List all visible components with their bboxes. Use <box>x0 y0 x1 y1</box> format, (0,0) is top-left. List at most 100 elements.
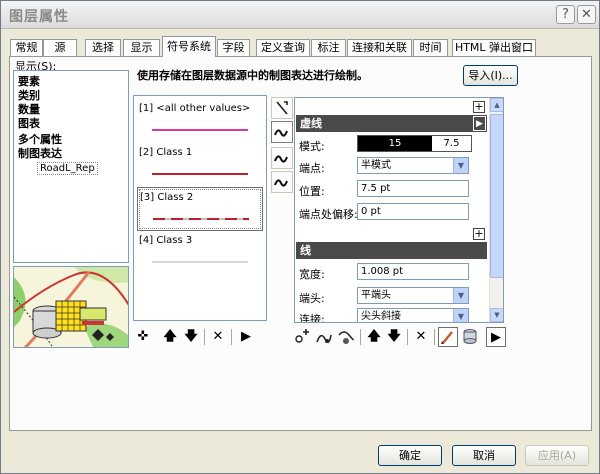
cancel-button[interactable]: 取消 <box>452 445 516 466</box>
join-label: 连接: <box>299 313 325 323</box>
remove-effect-icon[interactable]: ✕ <box>411 327 431 347</box>
move-down-icon[interactable]: 🡇 <box>384 327 404 347</box>
tab-display[interactable]: 显示 <box>123 39 160 56</box>
position-input[interactable]: 7.5 pt <box>357 180 469 197</box>
class-item-class-3[interactable]: [4] Class 3 <box>137 231 263 275</box>
endpoint-value: 半模式 <box>361 160 391 171</box>
show-listbox: 要素 类别 数量 图表 多个属性 制图表达 RoadL_Rep <box>13 70 129 263</box>
add-layer-plus-icon[interactable]: + <box>473 228 485 240</box>
cap-value: 平端头 <box>361 290 391 301</box>
toolbar-separator <box>407 329 408 345</box>
remove-class-icon[interactable]: ✕ <box>208 327 228 347</box>
class-label: [4] Class 3 <box>139 235 193 246</box>
gap-value[interactable]: 7.5 <box>432 136 471 151</box>
class-label: [3] Class 2 <box>140 192 194 203</box>
add-geometric-effect-icon[interactable] <box>292 327 312 347</box>
show-item-representations[interactable]: 制图表达 <box>18 145 62 161</box>
add-marker-icon[interactable] <box>336 327 356 347</box>
add-class-icon[interactable]: ✜ <box>133 327 153 347</box>
toolbar-separator <box>204 329 205 345</box>
apply-button[interactable]: 应用(A) <box>525 445 589 466</box>
cap-label: 端头: <box>299 292 325 305</box>
section-arrow-icon[interactable]: ▶ <box>473 116 486 131</box>
dash-section-header[interactable]: 虚线 <box>296 115 487 132</box>
class-item-class-1[interactable]: [2] Class 1 <box>137 143 263 187</box>
layer-properties-dialog: 图层属性 ? ✕ 常规 源 选择 显示 符号系统 字段 定义查询 标注 连接和关… <box>0 0 600 474</box>
class-label: [2] Class 1 <box>139 147 193 158</box>
more-options-icon[interactable]: ▶ <box>236 327 256 347</box>
database-icon[interactable] <box>460 327 480 347</box>
close-button[interactable]: ✕ <box>577 5 596 24</box>
join-value: 尖头斜接 <box>361 311 401 322</box>
dash-section-title: 虚线 <box>300 117 322 130</box>
endpoint-dropdown[interactable]: 半模式 ▼ <box>357 157 469 174</box>
squiggle-line-icon <box>274 129 288 137</box>
import-button[interactable]: 导入(I)... <box>463 65 518 86</box>
pattern-label: 模式: <box>299 140 325 153</box>
map-database-illustration-icon <box>14 267 128 347</box>
end-offset-label: 端点处偏移: <box>299 208 358 221</box>
tab-html-popup[interactable]: HTML 弹出窗口 <box>452 39 536 56</box>
class-line-symbol <box>152 173 248 175</box>
dash-value[interactable]: 15 <box>358 136 432 151</box>
scroll-up-icon[interactable]: ▲ <box>490 98 503 112</box>
description-text: 使用存储在图层数据源中的制图表达进行绘制。 <box>137 69 368 82</box>
join-dropdown[interactable]: 尖头斜接 ▼ <box>357 308 469 322</box>
scroll-down-icon[interactable]: ▼ <box>490 308 503 322</box>
toolbar-separator <box>360 329 361 345</box>
class-item-all-other-values[interactable]: [1] <all other values> <box>137 99 263 143</box>
dash-pattern-field[interactable]: 15 7.5 <box>357 135 472 152</box>
squiggle-line-icon <box>274 155 288 163</box>
tab-selection[interactable]: 选择 <box>85 39 121 56</box>
preview-illustration <box>13 266 129 348</box>
width-input[interactable]: 1.008 pt <box>357 263 469 280</box>
move-up-icon[interactable]: 🡅 <box>364 327 384 347</box>
toolbar-separator <box>231 329 232 345</box>
move-down-icon[interactable]: 🡇 <box>181 327 201 347</box>
add-effect-icon[interactable] <box>314 327 334 347</box>
tab-joins-relates[interactable]: 连接和关联 <box>347 39 412 56</box>
rule-button-1[interactable] <box>271 121 293 143</box>
help-button[interactable]: ? <box>556 5 575 24</box>
chevron-down-icon[interactable]: ▼ <box>453 288 468 303</box>
rule-edit-icon <box>276 101 288 115</box>
chevron-down-icon[interactable]: ▼ <box>453 158 468 173</box>
class-line-symbol <box>152 261 248 263</box>
end-offset-input[interactable]: 0 pt <box>357 203 469 220</box>
class-line-symbol <box>153 218 249 220</box>
tab-fields[interactable]: 字段 <box>217 39 250 56</box>
add-effect-plus-icon[interactable]: + <box>473 101 485 113</box>
expand-arrow-icon[interactable]: ▶ <box>486 327 506 347</box>
line-section-header[interactable]: 线 <box>296 242 487 259</box>
symbol-properties-panel: + 虚线 ▶ 模式: 15 7.5 端点: 半模式 ▼ 位置: 7.5 pt 端… <box>294 97 504 323</box>
width-label: 宽度: <box>299 268 325 281</box>
class-item-class-2[interactable]: [3] Class 2 <box>137 187 263 231</box>
chevron-down-icon[interactable]: ▼ <box>453 309 468 322</box>
ok-button[interactable]: 确定 <box>378 445 442 466</box>
line-section-title: 线 <box>300 244 311 257</box>
tab-definition-query[interactable]: 定义查询 <box>256 39 310 56</box>
show-item-charts[interactable]: 图表 <box>18 115 40 131</box>
class-label: [1] <all other values> <box>139 103 251 114</box>
rule-button-3[interactable] <box>271 171 293 193</box>
scroll-thumb[interactable] <box>490 114 503 278</box>
dialog-title: 图层属性 <box>9 9 69 25</box>
class-line-symbol <box>152 129 248 131</box>
tab-general[interactable]: 常规 <box>10 39 43 56</box>
endpoint-label: 端点: <box>299 162 325 175</box>
toolbar-separator <box>434 329 435 345</box>
tab-time[interactable]: 时间 <box>413 39 448 56</box>
tab-source[interactable]: 源 <box>43 39 77 56</box>
title-bar[interactable]: 图层属性 ? ✕ <box>1 1 599 29</box>
cap-dropdown[interactable]: 平端头 ▼ <box>357 287 469 304</box>
show-item-roadl-rep[interactable]: RoadL_Rep <box>37 162 98 175</box>
squiggle-line-icon <box>274 179 288 187</box>
position-label: 位置: <box>299 185 325 198</box>
rule-button-2[interactable] <box>271 147 293 169</box>
brush-icon[interactable] <box>438 327 458 347</box>
tab-symbology[interactable]: 符号系统 <box>162 36 216 57</box>
move-up-icon[interactable]: 🡅 <box>160 327 180 347</box>
properties-scrollbar[interactable]: ▲ ▼ <box>489 98 503 322</box>
tab-labels[interactable]: 标注 <box>311 39 346 56</box>
layer-edit-button[interactable] <box>271 97 293 119</box>
